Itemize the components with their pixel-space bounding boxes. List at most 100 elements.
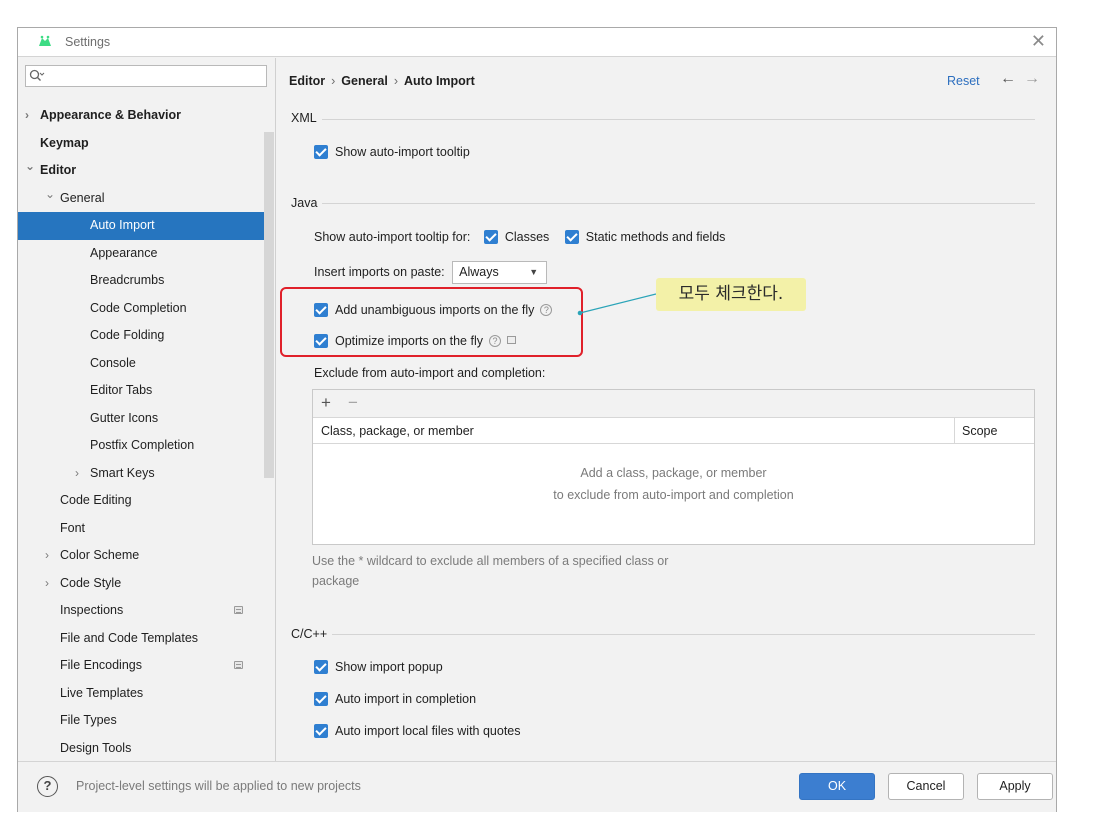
exclude-table: + − Class, package, or member Scope Add … (312, 389, 1035, 545)
project-scope-icon (234, 661, 243, 669)
xml-show-tooltip-label: Show auto-import tooltip (335, 145, 470, 159)
search-input[interactable] (25, 65, 267, 87)
hint-line-2: package (312, 574, 360, 588)
show-import-popup-row[interactable]: Show import popup (314, 660, 443, 674)
sidebar-item-file-types[interactable]: File Types (18, 707, 264, 735)
auto-import-local-checkbox[interactable] (314, 724, 328, 738)
close-icon[interactable]: ✕ (1031, 31, 1046, 52)
java-tooltip-for-row: Show auto-import tooltip for: Classes St… (314, 230, 725, 244)
sidebar-scrollbar[interactable] (264, 132, 274, 478)
sidebar-item-label: Console (90, 355, 136, 370)
insert-imports-select[interactable]: Always ▼ (452, 261, 548, 284)
auto-import-completion-checkbox[interactable] (314, 692, 328, 706)
sidebar-item-auto-import[interactable]: Auto Import (18, 212, 264, 240)
auto-import-local-row[interactable]: Auto import local files with quotes (314, 724, 521, 738)
wildcard-hint: Use the * wildcard to exclude all member… (312, 551, 732, 591)
tooltip-for-label: Show auto-import tooltip for: (314, 230, 471, 244)
footer-note: Project-level settings will be applied t… (76, 779, 361, 793)
sidebar-item-editor-tabs[interactable]: Editor Tabs (18, 377, 264, 405)
chevron-right-icon[interactable]: › (75, 460, 79, 488)
sidebar-item-live-templates[interactable]: Live Templates (18, 680, 264, 708)
sidebar-item-label: General (60, 190, 105, 205)
breadcrumb-editor[interactable]: Editor (289, 74, 325, 88)
sidebar-item-label: Font (60, 520, 86, 535)
sidebar-item-label: Code Completion (90, 300, 187, 315)
sidebar-item-file-and-code-templates[interactable]: File and Code Templates (18, 625, 264, 653)
auto-import-completion-row[interactable]: Auto import in completion (314, 692, 476, 706)
sidebar-item-code-folding[interactable]: Code Folding (18, 322, 264, 350)
exclude-toolbar: + − (313, 390, 1034, 418)
sidebar-item-inspections[interactable]: Inspections (18, 597, 264, 625)
sidebar-item-label: Breadcrumbs (90, 273, 165, 287)
sidebar-item-label: Design Tools (60, 740, 132, 755)
sidebar-item-label: File Types (60, 713, 117, 727)
dropdown-arrow-icon: ▼ (529, 267, 539, 277)
static-methods-checkbox[interactable] (564, 230, 579, 244)
sidebar-item-label: Code Folding (90, 328, 165, 342)
sidebar-item-label: Code Editing (60, 493, 132, 507)
annotation-callout: 모두 체크한다. (656, 278, 806, 311)
sidebar-item-color-scheme[interactable]: › Color Scheme (18, 542, 264, 570)
chevron-down-icon[interactable]: ⌄ (25, 153, 35, 181)
sidebar-item-label: Gutter Icons (90, 410, 159, 425)
hint-line-1: Use the * wildcard to exclude all member… (312, 554, 669, 568)
sidebar-item-label: Keymap (40, 135, 89, 150)
sidebar-item-label: Live Templates (60, 685, 144, 700)
ok-button[interactable]: OK (799, 773, 875, 800)
sidebar-item-code-editing[interactable]: Code Editing (18, 487, 264, 515)
auto-import-local-label: Auto import local files with quotes (335, 724, 521, 738)
sidebar-item-smart-keys[interactable]: › Smart Keys (18, 460, 264, 488)
breadcrumb-auto-import: Auto Import (404, 74, 475, 88)
chevron-right-icon[interactable]: › (45, 570, 49, 598)
breadcrumb-general[interactable]: General (341, 74, 388, 88)
sidebar-item-appearance[interactable]: Appearance (18, 240, 264, 268)
show-import-popup-label: Show import popup (335, 660, 443, 674)
classes-label: Classes (504, 230, 550, 244)
sidebar-item-code-style[interactable]: › Code Style (18, 570, 264, 598)
sidebar-item-label: Smart Keys (90, 465, 155, 480)
sidebar-item-label: Postfix Completion (90, 438, 195, 452)
back-arrow-icon[interactable]: ← (1000, 70, 1016, 88)
help-icon[interactable]: ? (37, 776, 58, 797)
column-header-scope[interactable]: Scope (954, 418, 1034, 444)
xml-show-tooltip-row[interactable]: Show auto-import tooltip (314, 145, 470, 159)
sidebar-item-breadcrumbs[interactable]: Breadcrumbs (18, 267, 264, 295)
sidebar-item-appearance-behavior[interactable]: › Appearance & Behavior (18, 102, 264, 130)
classes-checkbox[interactable] (483, 230, 498, 244)
chevron-right-icon[interactable]: › (45, 542, 49, 570)
sidebar-item-console[interactable]: Console (18, 350, 264, 378)
empty-line-1: Add a class, package, or member (580, 466, 767, 480)
insert-imports-label: Insert imports on paste: (314, 264, 445, 279)
sidebar-item-general[interactable]: ⌄ General (18, 185, 264, 213)
exclude-table-header: Class, package, or member Scope (313, 418, 1034, 444)
sidebar-item-code-completion[interactable]: Code Completion (18, 295, 264, 323)
sidebar-item-font[interactable]: Font (18, 515, 264, 543)
bottom-bar: ? Project-level settings will be applied… (18, 761, 1056, 812)
remove-icon[interactable]: − (348, 393, 358, 413)
apply-button[interactable]: Apply (977, 773, 1053, 800)
sidebar-item-design-tools[interactable]: Design Tools (18, 735, 264, 762)
sidebar-item-keymap[interactable]: Keymap (18, 130, 264, 158)
chevron-right-icon[interactable]: › (25, 102, 29, 130)
window-title: Settings (65, 35, 111, 49)
reset-link[interactable]: Reset (947, 74, 980, 88)
cancel-button[interactable]: Cancel (888, 773, 964, 800)
insert-imports-row: Insert imports on paste: Always ▼ (314, 261, 548, 284)
column-header-member[interactable]: Class, package, or member (321, 418, 474, 444)
add-icon[interactable]: + (321, 393, 331, 413)
auto-import-completion-label: Auto import in completion (335, 692, 477, 706)
forward-arrow-icon[interactable]: → (1024, 70, 1040, 88)
sidebar-item-label: File and Code Templates (60, 630, 199, 645)
sidebar-item-label: Auto Import (90, 218, 155, 232)
exclude-empty-state: Add a class, package, or member to exclu… (313, 462, 1034, 506)
sidebar-item-label: Appearance & Behavior (40, 108, 182, 122)
sidebar-item-postfix-completion[interactable]: Postfix Completion (18, 432, 264, 460)
breadcrumb: Editor › General › Auto Import (289, 74, 475, 88)
sidebar-item-file-encodings[interactable]: File Encodings (18, 652, 264, 680)
chevron-down-icon[interactable]: ⌄ (45, 181, 55, 209)
xml-show-tooltip-checkbox[interactable] (314, 145, 328, 159)
sidebar-item-gutter-icons[interactable]: Gutter Icons (18, 405, 264, 433)
show-import-popup-checkbox[interactable] (314, 660, 328, 674)
cpp-divider (332, 634, 1035, 635)
title-bar: Settings ✕ (18, 28, 1056, 57)
